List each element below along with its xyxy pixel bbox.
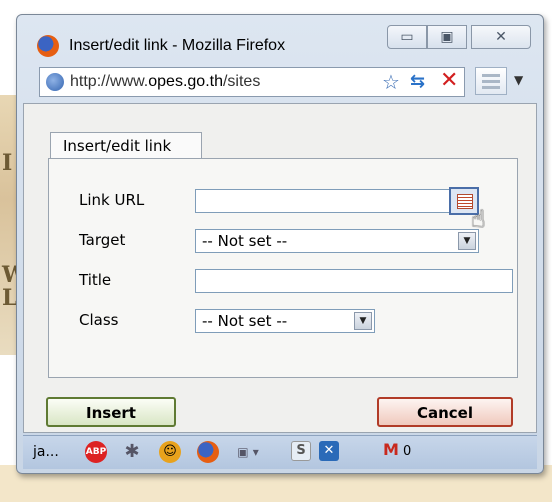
page-menu-icon[interactable] [475,67,507,95]
maximize-icon: ▣ [440,29,454,45]
target-label: Target [79,231,126,249]
link-url-input[interactable] [195,189,479,213]
dialog-content: Insert/edit link Link URL Target -- Not … [23,103,537,433]
maximize-button[interactable]: ▣ [427,25,467,49]
address-bar[interactable]: http://www.opes.go.th/sites ☆ ⇆ ✕ [39,67,465,97]
smiley-icon[interactable]: ☺ [159,441,181,463]
class-select-value: -- Not set -- [202,312,288,330]
target-select[interactable]: -- Not set -- ▼ [195,229,479,253]
firefox-addon-icon[interactable] [197,441,219,463]
target-select-value: -- Not set -- [202,232,288,250]
reload-icon[interactable]: ⇆ [410,72,425,92]
site-icon [46,73,64,91]
minimize-button[interactable]: ▭ [387,25,427,49]
link-url-label: Link URL [79,191,145,209]
hand-cursor-icon: ☝ [471,205,486,233]
background-letter: I [2,150,13,176]
spider-icon[interactable]: ✱ [121,441,143,463]
close-window-button[interactable]: ✕ [471,25,531,49]
firefox-icon [37,35,59,57]
title-label: Title [79,271,112,289]
minimize-icon: ▭ [400,29,414,45]
stop-icon[interactable]: ✕ [440,70,458,92]
title-input[interactable] [195,269,513,293]
status-text: ja... [33,444,59,460]
window-controls: ▭ ▣ ✕ [387,25,531,51]
window-title: Insert/edit link - Mozilla Firefox [69,37,286,54]
popup-window: Insert/edit link - Mozilla Firefox ▭ ▣ ✕… [16,14,544,474]
camera-icon[interactable]: ▣ ▾ [237,441,259,463]
class-select[interactable]: -- Not set -- ▼ [195,309,375,333]
gmail-count: 0 [403,444,412,459]
x-addon-icon[interactable]: ✕ [319,441,339,461]
s-addon-icon[interactable]: S [291,441,311,461]
tab-insert-edit-link[interactable]: Insert/edit link [50,132,202,158]
chevron-down-icon: ▼ [458,232,476,250]
class-label: Class [79,311,119,329]
insert-button[interactable]: Insert [46,397,176,427]
chevron-down-icon: ▼ [354,312,372,330]
bookmark-star-icon[interactable]: ☆ [382,72,400,92]
menu-dropdown-icon[interactable]: ▼ [514,73,523,87]
adblock-icon[interactable]: ABP [85,441,107,463]
link-form-panel: Link URL Target -- Not set -- ▼ Title Cl… [48,158,518,378]
close-icon: ✕ [495,29,507,45]
gmail-icon[interactable]: M [383,440,399,459]
titlebar[interactable]: Insert/edit link - Mozilla Firefox ▭ ▣ ✕ [17,15,543,63]
status-bar: ja... ABP ✱ ☺ ▣ ▾ S ✕ M 0 [23,435,537,469]
url-text: http://www.opes.go.th/sites [70,73,261,90]
cancel-button[interactable]: Cancel [377,397,513,427]
